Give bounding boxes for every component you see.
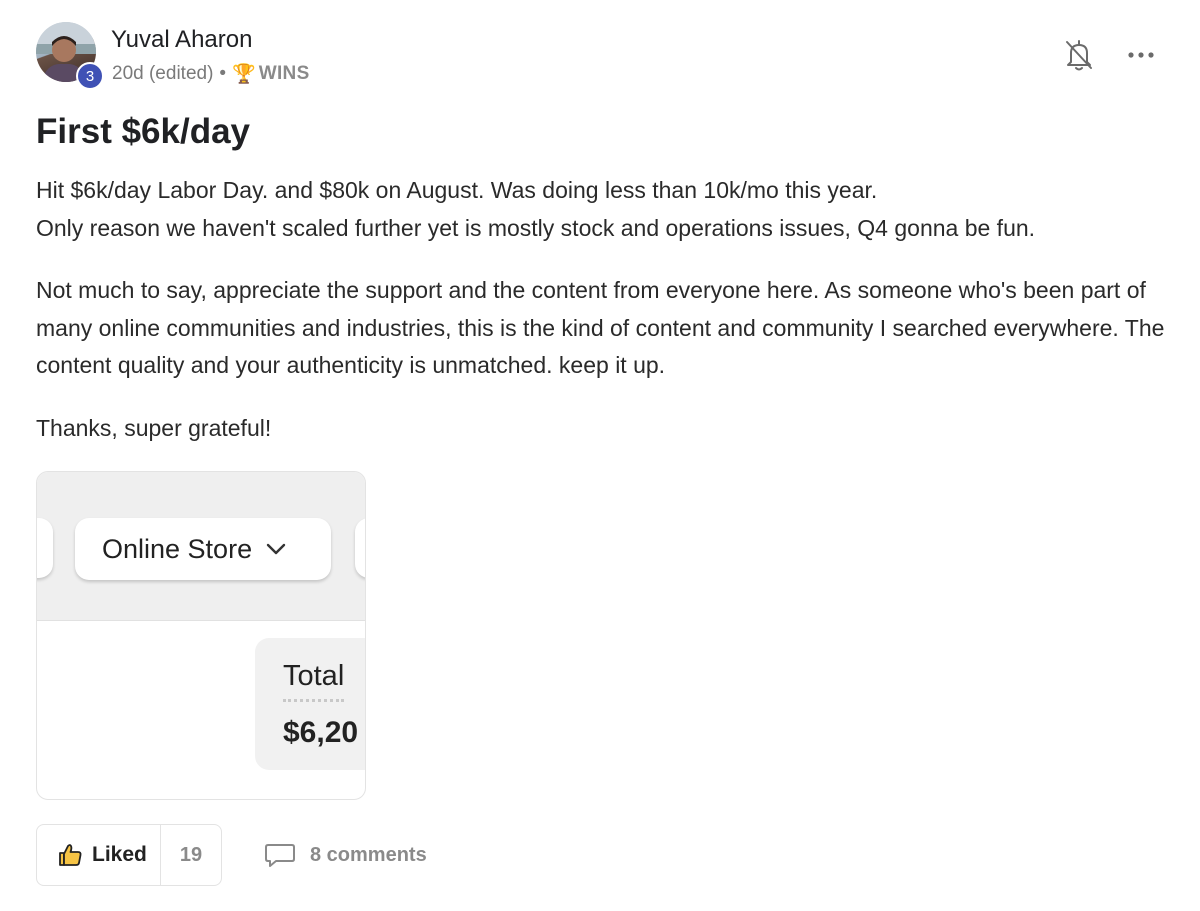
post-card: 3 Yuval Aharon 20d (edited) • 🏆 WINS Fir… bbox=[0, 0, 1200, 911]
post-time[interactable]: 20d (edited) bbox=[112, 63, 213, 85]
post-line-2: Only reason we haven't scaled further ye… bbox=[36, 214, 1036, 241]
comment-icon bbox=[265, 844, 295, 867]
attachment-image[interactable]: Online Store Total $6,20 bbox=[36, 471, 366, 800]
notifications-toggle-button[interactable] bbox=[1064, 38, 1094, 72]
like-count[interactable]: 19 bbox=[161, 844, 221, 867]
author-avatar-wrapper[interactable]: 3 bbox=[36, 22, 104, 90]
attachment-chip-left bbox=[37, 518, 53, 578]
attachment-total-value: $6,20 bbox=[283, 716, 359, 749]
level-badge: 3 bbox=[76, 62, 104, 90]
more-horizontal-icon bbox=[1128, 52, 1154, 58]
post-body: Hit $6k/day Labor Day. and $80k on Augus… bbox=[36, 172, 1176, 472]
post-title: First $6k/day bbox=[36, 112, 250, 151]
more-options-button[interactable] bbox=[1126, 44, 1156, 66]
attachment-total-label: Total bbox=[283, 660, 345, 702]
post-paragraph-3: Thanks, super grateful! bbox=[36, 414, 272, 441]
like-button[interactable]: Liked bbox=[37, 825, 161, 885]
category-link[interactable]: WINS bbox=[259, 63, 310, 85]
thumbs-up-icon bbox=[59, 844, 82, 866]
bell-off-icon bbox=[1066, 40, 1092, 71]
comments-label: 8 comments bbox=[310, 843, 427, 866]
attachment-dropdown-label: Online Store bbox=[102, 533, 253, 564]
attachment-toolbar-area: Online Store bbox=[37, 472, 365, 621]
like-label: Liked bbox=[92, 843, 147, 866]
post-paragraph-2: Not much to say, appreciate the support … bbox=[36, 277, 1165, 378]
comments-button[interactable]: 8 comments bbox=[264, 841, 427, 869]
meta-separator: • bbox=[219, 63, 227, 84]
post-meta: 20d (edited) • 🏆 WINS bbox=[112, 62, 310, 86]
post-paragraph-1: Hit $6k/day Labor Day. and $80k on Augus… bbox=[36, 172, 1176, 247]
author-name[interactable]: Yuval Aharon bbox=[111, 26, 252, 54]
attachment-dropdown: Online Store bbox=[75, 518, 331, 580]
chevron-down-icon bbox=[266, 543, 286, 555]
like-box: Liked 19 bbox=[36, 824, 222, 886]
trophy-icon: 🏆 bbox=[232, 64, 256, 85]
attachment-total-card: Total $6,20 bbox=[255, 638, 365, 770]
post-line-1: Hit $6k/day Labor Day. and $80k on Augus… bbox=[36, 177, 878, 203]
attachment-chip-right bbox=[355, 518, 365, 578]
